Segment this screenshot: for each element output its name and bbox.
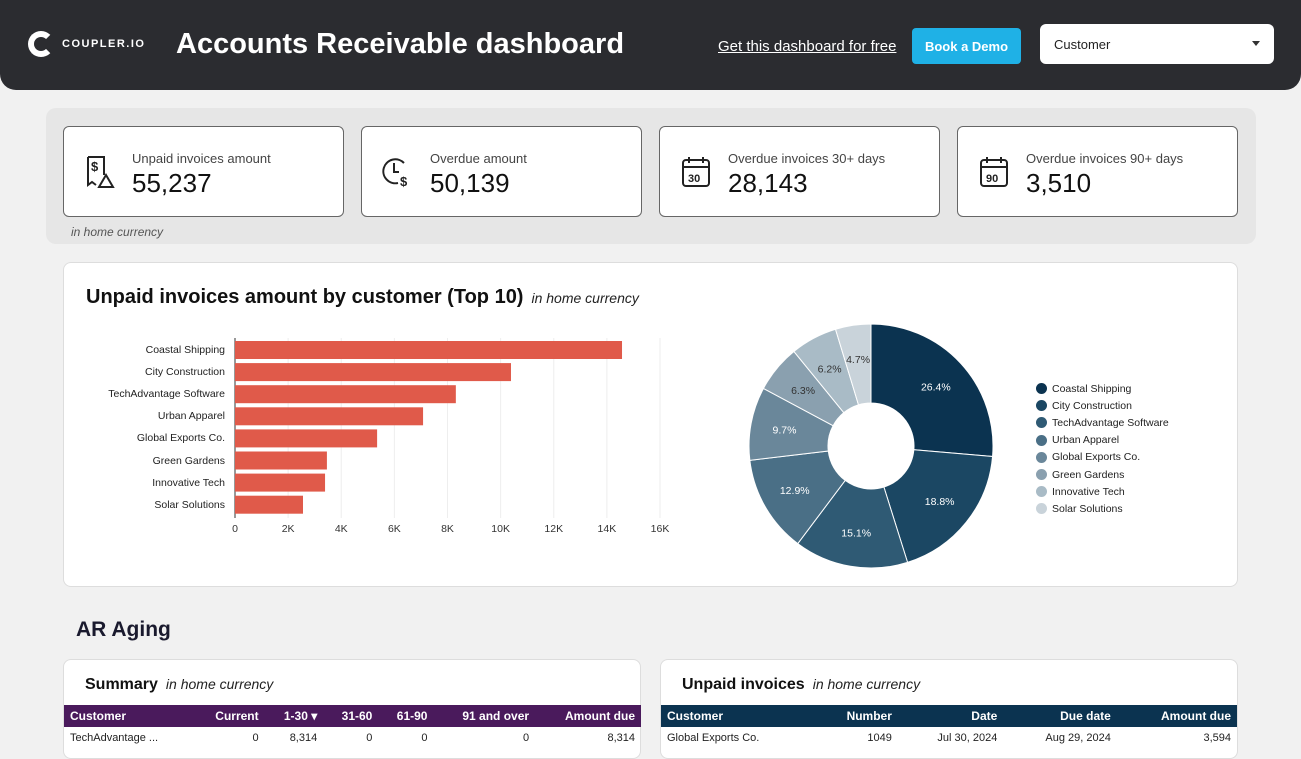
column-header[interactable]: Date (898, 705, 1003, 727)
column-header[interactable]: 91 and over (433, 705, 535, 727)
column-header[interactable]: Amount due (1117, 705, 1237, 727)
column-header[interactable]: Due date (1003, 705, 1117, 727)
column-header[interactable]: Amount due (535, 705, 641, 727)
summary-title: Summary in home currency (85, 676, 273, 694)
pie-slice-label: 26.4% (921, 382, 951, 394)
bar[interactable] (235, 495, 303, 514)
bar[interactable] (235, 385, 456, 404)
pie-slice-label: 15.1% (841, 528, 871, 540)
legend-swatch (1036, 486, 1047, 498)
bar[interactable] (235, 407, 424, 426)
legend-item[interactable]: City Construction (1036, 397, 1169, 414)
legend-swatch (1036, 503, 1047, 515)
pie-slice-label: 18.8% (925, 496, 955, 508)
pie-slice-label: 9.7% (773, 425, 797, 437)
x-tick-label: 16K (650, 523, 670, 535)
pie-slice-label: 6.2% (818, 363, 842, 375)
column-header[interactable]: 61-90 (378, 705, 433, 727)
summary-title-text: Summary (85, 676, 158, 693)
legend-item[interactable]: Coastal Shipping (1036, 380, 1169, 397)
x-tick-label: 6K (387, 523, 401, 535)
legend-item[interactable]: TechAdvantage Software (1036, 414, 1169, 431)
pie-legend: Coastal Shipping City Construction TechAdv… (1036, 380, 1169, 518)
unpaid-title-text: Unpaid invoices (682, 676, 805, 693)
charts-svg: 26.4% 18.8% 15.1% 12.9% 9.7% 6.3%6.2% 4.7% (234, 323, 994, 569)
bar[interactable] (235, 341, 623, 359)
legend-swatch (1036, 417, 1047, 429)
legend-item[interactable]: Innovative Tech (1036, 483, 1169, 500)
bar[interactable] (235, 363, 511, 382)
bar[interactable] (235, 451, 327, 470)
legend-label: Coastal Shipping (1052, 382, 1132, 395)
legend-item[interactable]: Global Exports Co. (1036, 449, 1169, 466)
x-tick-label: 8K (441, 523, 454, 535)
column-header[interactable]: Customer (661, 705, 814, 727)
x-tick-label: 0 (232, 523, 238, 535)
table-header: Customer Current 1-30 ▾ 31-60 61-90 91 and ov… (64, 705, 641, 727)
column-header[interactable]: Customer (64, 705, 193, 727)
x-tick-label: 4K (334, 523, 348, 535)
pie-slice-label: 4.7% (846, 354, 870, 366)
pie-slice-label: 6.3% (791, 385, 815, 397)
column-header[interactable]: 1-30 ▾ (265, 705, 324, 727)
legend-label: Urban Apparel (1052, 434, 1120, 447)
unpaid-title: Unpaid invoices in home currency (682, 676, 920, 694)
legend-item[interactable]: Solar Solutions (1036, 500, 1169, 517)
x-tick-label: 14K (597, 523, 617, 535)
x-tick-label: 12K (544, 523, 564, 535)
x-tick-label: 2K (281, 523, 295, 535)
summary-subtitle: in home currency (165, 676, 274, 692)
x-tick-label: 10K (491, 523, 510, 535)
legend-item[interactable]: Urban Apparel (1036, 432, 1169, 449)
unpaid-table: Customer Number Date Due date Amount due Glob… (661, 705, 1237, 749)
bar[interactable] (235, 429, 378, 448)
ar-aging-title: AR Aging (76, 618, 171, 641)
legend-label: Innovative Tech (1052, 485, 1125, 498)
legend-swatch (1036, 469, 1047, 481)
legend-swatch (1036, 434, 1047, 446)
legend-label: City Construction (1052, 399, 1132, 412)
unpaid-subtitle: in home currency (812, 676, 921, 692)
table-header: Customer Number Date Due date Amount due (661, 705, 1237, 727)
column-header[interactable]: Current (193, 705, 264, 727)
legend-label: TechAdvantage Software (1052, 416, 1169, 429)
legend-label: Solar Solutions (1052, 502, 1123, 515)
legend-label: Global Exports Co. (1052, 451, 1141, 464)
legend-swatch (1036, 400, 1047, 412)
column-header[interactable]: 31-60 (323, 705, 378, 727)
bar[interactable] (235, 473, 326, 492)
pie-slice-label: 12.9% (780, 485, 810, 497)
summary-table: Customer Current 1-30 ▾ 31-60 61-90 91 and ov… (64, 705, 641, 749)
legend-swatch (1036, 383, 1047, 395)
legend-label: Green Gardens (1052, 468, 1125, 481)
column-header[interactable]: Number (814, 705, 898, 727)
legend-swatch (1036, 451, 1047, 463)
legend-item[interactable]: Green Gardens (1036, 466, 1169, 483)
